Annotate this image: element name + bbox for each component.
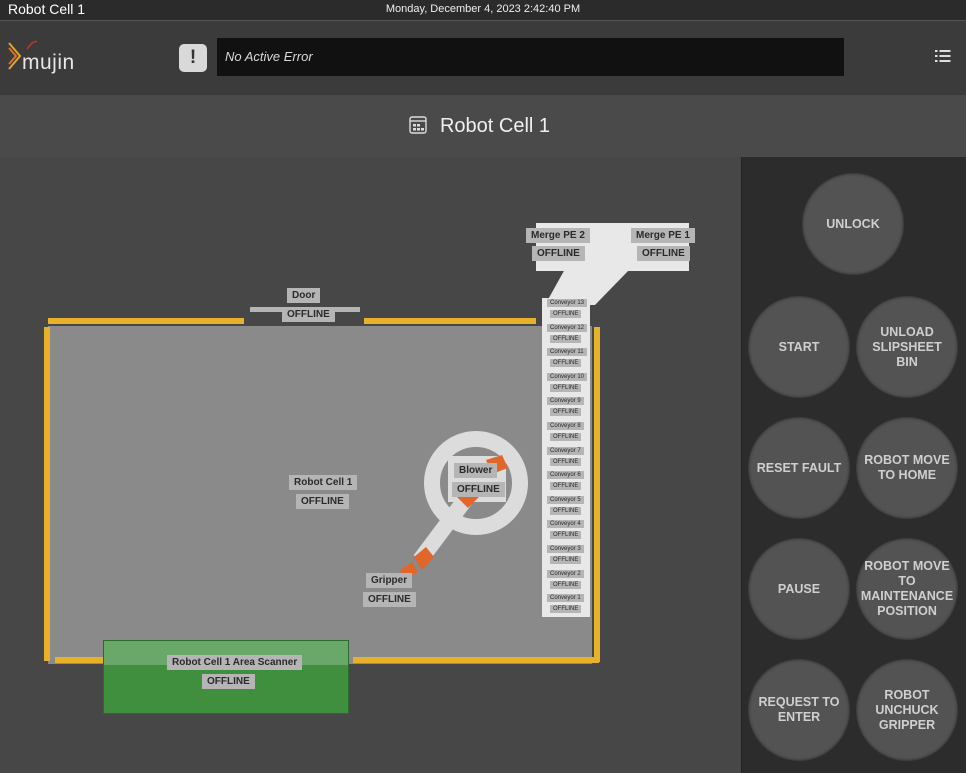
conveyor-status: OFFLINE — [550, 457, 582, 466]
conveyor-status: OFFLINE — [550, 334, 582, 343]
robot-move-to-maintenance-button[interactable]: ROBOT MOVE TO MAINTENANCE POSITION — [856, 538, 958, 640]
conveyor-name: Conveyor 6 — [547, 471, 584, 480]
conveyor-name: Conveyor 13 — [547, 299, 588, 307]
fence-right — [594, 327, 600, 662]
gripper-name: Gripper — [366, 573, 413, 588]
scanner-status: OFFLINE — [202, 674, 255, 689]
fence-bottom-left — [55, 657, 105, 663]
request-to-enter-button[interactable]: REQUEST TO ENTER — [748, 659, 850, 761]
start-button[interactable]: START — [748, 296, 850, 398]
conveyor-name: Conveyor 5 — [547, 495, 584, 504]
conveyor-status: OFFLINE — [550, 531, 582, 540]
conveyor-name: Conveyor 12 — [547, 323, 588, 332]
unlock-button[interactable]: UNLOCK — [802, 173, 904, 275]
conveyor-row[interactable]: Conveyor 10 OFFLINE — [542, 372, 590, 397]
fence-top-right — [364, 318, 536, 324]
conveyor-status: OFFLINE — [550, 433, 582, 441]
brand-logo-text: mujin — [22, 51, 75, 74]
conveyor-status: OFFLINE — [550, 383, 582, 392]
control-panel: UNLOCK START UNLOAD SLIPSHEET BIN RESET … — [741, 157, 966, 773]
conveyor-row[interactable]: Conveyor 9 OFFLINE — [542, 397, 590, 421]
blower-status: OFFLINE — [452, 482, 505, 497]
exclamation-icon[interactable]: ! — [179, 44, 207, 72]
conveyor-name: Conveyor 10 — [547, 372, 588, 381]
conveyor-row[interactable]: Conveyor 3 OFFLINE — [542, 545, 590, 569]
error-message-box[interactable]: No Active Error — [217, 38, 844, 76]
conveyor-name: Conveyor 8 — [547, 422, 584, 430]
door-status: OFFLINE — [282, 307, 335, 322]
conveyor-name: Conveyor 9 — [547, 397, 584, 406]
conveyor-name: Conveyor 3 — [547, 545, 584, 553]
conveyor-row[interactable]: Conveyor 4 OFFLINE — [542, 520, 590, 544]
list-menu-icon[interactable] — [935, 49, 951, 63]
merge-pe1-status: OFFLINE — [637, 246, 690, 261]
door-name: Door — [287, 288, 321, 303]
gripper-status: OFFLINE — [363, 592, 416, 607]
merge-pe2-name: Merge PE 2 — [526, 228, 590, 243]
conveyor-name: Conveyor 1 — [547, 594, 584, 603]
conveyor-status: OFFLINE — [550, 605, 582, 614]
fence-left — [44, 327, 50, 661]
merge-pe2-status: OFFLINE — [532, 246, 585, 261]
cell-name: Robot Cell 1 — [289, 475, 358, 490]
conveyor-row[interactable]: Conveyor 1 OFFLINE — [542, 594, 590, 618]
top-bar: mujin ! No Active Error — [0, 21, 966, 94]
conveyor-row[interactable]: Conveyor 6 OFFLINE — [542, 471, 590, 495]
conveyor-row[interactable]: Conveyor 7 OFFLINE — [542, 446, 590, 471]
conveyor-name: Conveyor 2 — [547, 569, 584, 578]
conveyor-status: OFFLINE — [550, 310, 582, 318]
robot-unchuck-gripper-button[interactable]: ROBOT UNCHUCK GRIPPER — [856, 659, 958, 761]
conveyor-status: OFFLINE — [550, 556, 582, 564]
conveyor-status: OFFLINE — [550, 506, 582, 515]
conveyor-status: OFFLINE — [550, 482, 582, 491]
conveyor-status: OFFLINE — [550, 580, 582, 589]
conveyor-row[interactable]: Conveyor 2 OFFLINE — [542, 569, 590, 594]
conveyor-name: Conveyor 4 — [547, 520, 584, 529]
conveyor-status: OFFLINE — [550, 408, 582, 417]
reset-fault-button[interactable]: RESET FAULT — [748, 417, 850, 519]
conveyor-row[interactable]: Conveyor 13 OFFLINE — [542, 299, 590, 323]
cell-map: Door OFFLINE Robot Cell 1 OFFLINE Robot … — [0, 157, 741, 773]
blower-name: Blower — [454, 463, 498, 478]
conveyor-name: Conveyor 7 — [547, 446, 584, 455]
datetime: Monday, December 4, 2023 2:42:40 PM — [385, 3, 581, 15]
mujin-logo-icon — [8, 42, 22, 70]
pause-button[interactable]: PAUSE — [748, 538, 850, 640]
error-message: No Active Error — [225, 49, 313, 64]
conveyor-row[interactable]: Conveyor 12 OFFLINE — [542, 323, 590, 348]
page-title: Robot Cell 1 — [439, 115, 551, 137]
logo-accent-icon — [26, 40, 38, 50]
conveyor-status: OFFLINE — [550, 359, 582, 368]
page-header: Robot Cell 1 — [0, 95, 966, 158]
fence-top-left — [48, 318, 244, 324]
unload-slipsheet-bin-button[interactable]: UNLOAD SLIPSHEET BIN — [856, 296, 958, 398]
merge-pe1-name: Merge PE 1 — [631, 228, 695, 243]
title-bar: Robot Cell 1 Monday, December 4, 2023 2:… — [0, 0, 966, 21]
conveyor-row[interactable]: Conveyor 5 OFFLINE — [542, 495, 590, 520]
conveyor-name: Conveyor 11 — [547, 348, 587, 357]
conveyor-row[interactable]: Conveyor 8 OFFLINE — [542, 422, 590, 446]
cell-status: OFFLINE — [296, 494, 349, 509]
robot-move-to-home-button[interactable]: ROBOT MOVE TO HOME — [856, 417, 958, 519]
scanner-name: Robot Cell 1 Area Scanner — [167, 655, 303, 670]
fence-bottom-right — [353, 657, 599, 663]
conveyor-row[interactable]: Conveyor 11 OFFLINE — [542, 348, 590, 372]
